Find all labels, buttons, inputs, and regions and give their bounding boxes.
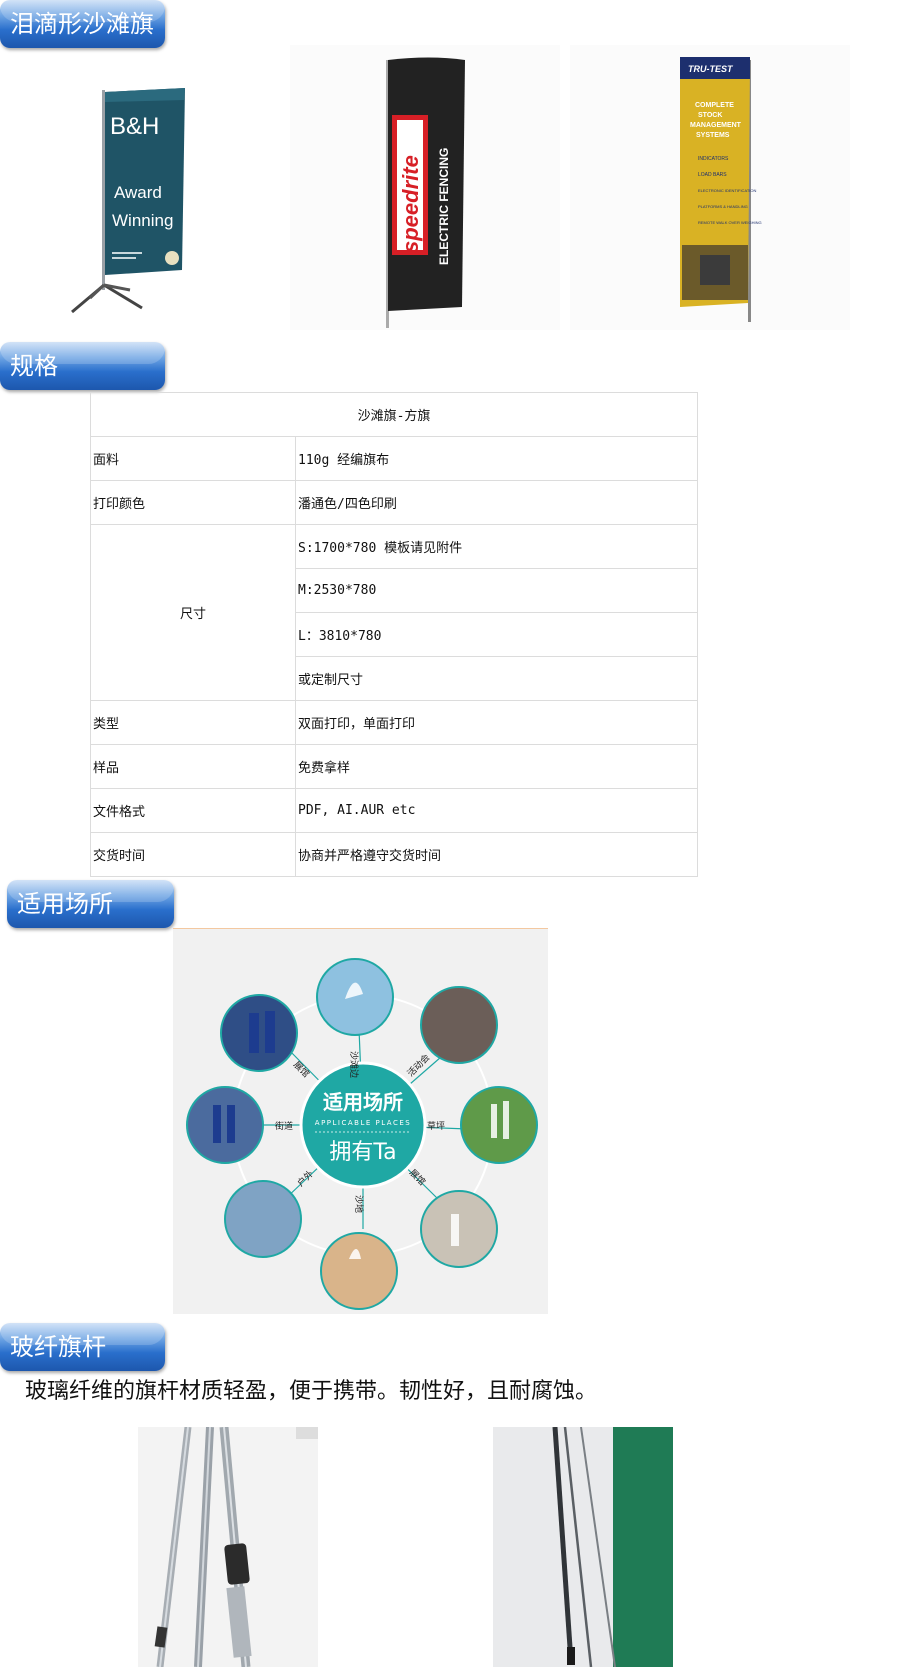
venue-label: 草坪 xyxy=(427,1120,445,1132)
section-tab-teardrop: 泪滴形沙滩旗 xyxy=(0,0,165,48)
section-tab-pole: 玻纤旗杆 xyxy=(0,1323,165,1371)
venue-center-title: 适用场所 xyxy=(323,1090,403,1114)
spec-key: 样品 xyxy=(90,744,296,789)
bh-line1: Award xyxy=(114,183,162,202)
flag-photo-bh: B&H Award Winning xyxy=(60,80,200,330)
venue-label: 活动会 xyxy=(405,1052,433,1080)
table-row: 面料 110g 经编旗布 xyxy=(90,436,698,481)
venue-street-photo xyxy=(186,1086,264,1164)
venue-center-subtitle: APPLICABLE PLACES xyxy=(315,1119,411,1127)
spec-table: 沙滩旗-方旗 面料 110g 经编旗布 打印颜色 潘通色/四色印刷 尺寸 S:1… xyxy=(90,392,698,877)
spec-value: 110g 经编旗布 xyxy=(295,436,698,481)
speedrite-brand: speedrite xyxy=(398,155,423,253)
trutest-line: COMPLETE xyxy=(695,102,734,109)
flag-photo-trutest: TRU-TEST COMPLETE STOCK MANAGEMENT SYSTE… xyxy=(570,45,850,330)
trutest-item: PLATFORMS & HANDLING xyxy=(698,204,748,209)
spec-key: 类型 xyxy=(90,700,296,745)
spec-key: 面料 xyxy=(90,436,296,481)
venue-label: 户外 xyxy=(295,1168,316,1189)
trutest-item: LOAD BARS xyxy=(698,172,727,178)
spec-value: L：3810*780 xyxy=(295,612,698,657)
section-tab-spec: 规格 xyxy=(0,342,165,390)
venue-label: 展馆 xyxy=(291,1059,312,1080)
table-row: 样品 免费拿样 xyxy=(90,744,698,789)
venue-center-bottom: 拥有Ta xyxy=(329,1140,396,1165)
spec-value: PDF, AI.AUR etc xyxy=(295,788,698,833)
spec-key: 文件格式 xyxy=(90,788,296,833)
section-title: 规格 xyxy=(10,352,58,380)
spec-key: 打印颜色 xyxy=(90,480,296,525)
pole-photo-1 xyxy=(138,1427,318,1667)
table-row: 文件格式 PDF, AI.AUR etc xyxy=(90,788,698,833)
venue-diagram: 适用场所 APPLICABLE PLACES 拥有Ta 沙滩边 活动会 草坪 展… xyxy=(173,928,548,1314)
trutest-item: ELECTRONIC IDENTIFICATION xyxy=(698,188,756,193)
bh-logo: B&H xyxy=(110,113,159,140)
spec-header: 沙滩旗-方旗 xyxy=(90,392,698,437)
spec-key: 尺寸 xyxy=(90,524,296,701)
spec-value: 双面打印，单面打印 xyxy=(295,700,698,745)
spec-value: 协商并严格遵守交货时间 xyxy=(295,832,698,877)
venue-event-photo xyxy=(420,986,498,1064)
trutest-line: SYSTEMS xyxy=(696,132,730,139)
trutest-brand: TRU-TEST xyxy=(688,64,734,74)
venue-label: 沙滩边 xyxy=(348,1051,360,1078)
section-title: 泪滴形沙滩旗 xyxy=(10,10,154,38)
spec-value: 或定制尺寸 xyxy=(295,656,698,701)
table-row: 类型 双面打印，单面打印 xyxy=(90,700,698,745)
pole-description: 玻璃纤维的旗杆材质轻盈，便于携带。韧性好，且耐腐蚀。 xyxy=(25,1379,598,1404)
spec-key: 交货时间 xyxy=(90,832,296,877)
table-row: 打印颜色 潘通色/四色印刷 xyxy=(90,480,698,525)
venue-beach-photo xyxy=(316,958,394,1036)
trutest-line: STOCK xyxy=(698,112,722,119)
trutest-item: INDICATORS xyxy=(698,156,729,162)
bh-line2: Winning xyxy=(112,211,173,230)
section-title: 玻纤旗杆 xyxy=(10,1333,106,1361)
venue-label: 展馆 xyxy=(407,1167,428,1188)
section-tab-venue: 适用场所 xyxy=(7,880,174,928)
spec-value: 潘通色/四色印刷 xyxy=(295,480,698,525)
speedrite-tag: ELECTRIC FENCING xyxy=(437,148,451,265)
table-row: 交货时间 协商并严格遵守交货时间 xyxy=(90,832,698,877)
table-row: 尺寸 S:1700*780 模板请见附件 xyxy=(90,524,698,701)
flag-photo-speedrite: speedrite ELECTRIC FENCING xyxy=(290,45,560,330)
venue-sand-photo xyxy=(320,1232,398,1310)
venue-label: 街道 xyxy=(275,1120,293,1132)
trutest-line: MANAGEMENT xyxy=(690,122,742,129)
spec-value: S:1700*780 模板请见附件 xyxy=(295,524,698,569)
spec-value: M:2530*780 xyxy=(295,568,698,613)
trutest-item: REMOTE WALK OVER WEIGHING xyxy=(698,220,762,225)
pole-photo-2 xyxy=(493,1427,673,1667)
spec-value: 免费拿样 xyxy=(295,744,698,789)
venue-outdoor-photo xyxy=(224,1180,302,1258)
table-row: 沙滩旗-方旗 xyxy=(90,392,698,437)
section-title: 适用场所 xyxy=(17,890,113,918)
venue-lawn-photo xyxy=(460,1086,538,1164)
venue-label: 沙地 xyxy=(353,1195,365,1213)
